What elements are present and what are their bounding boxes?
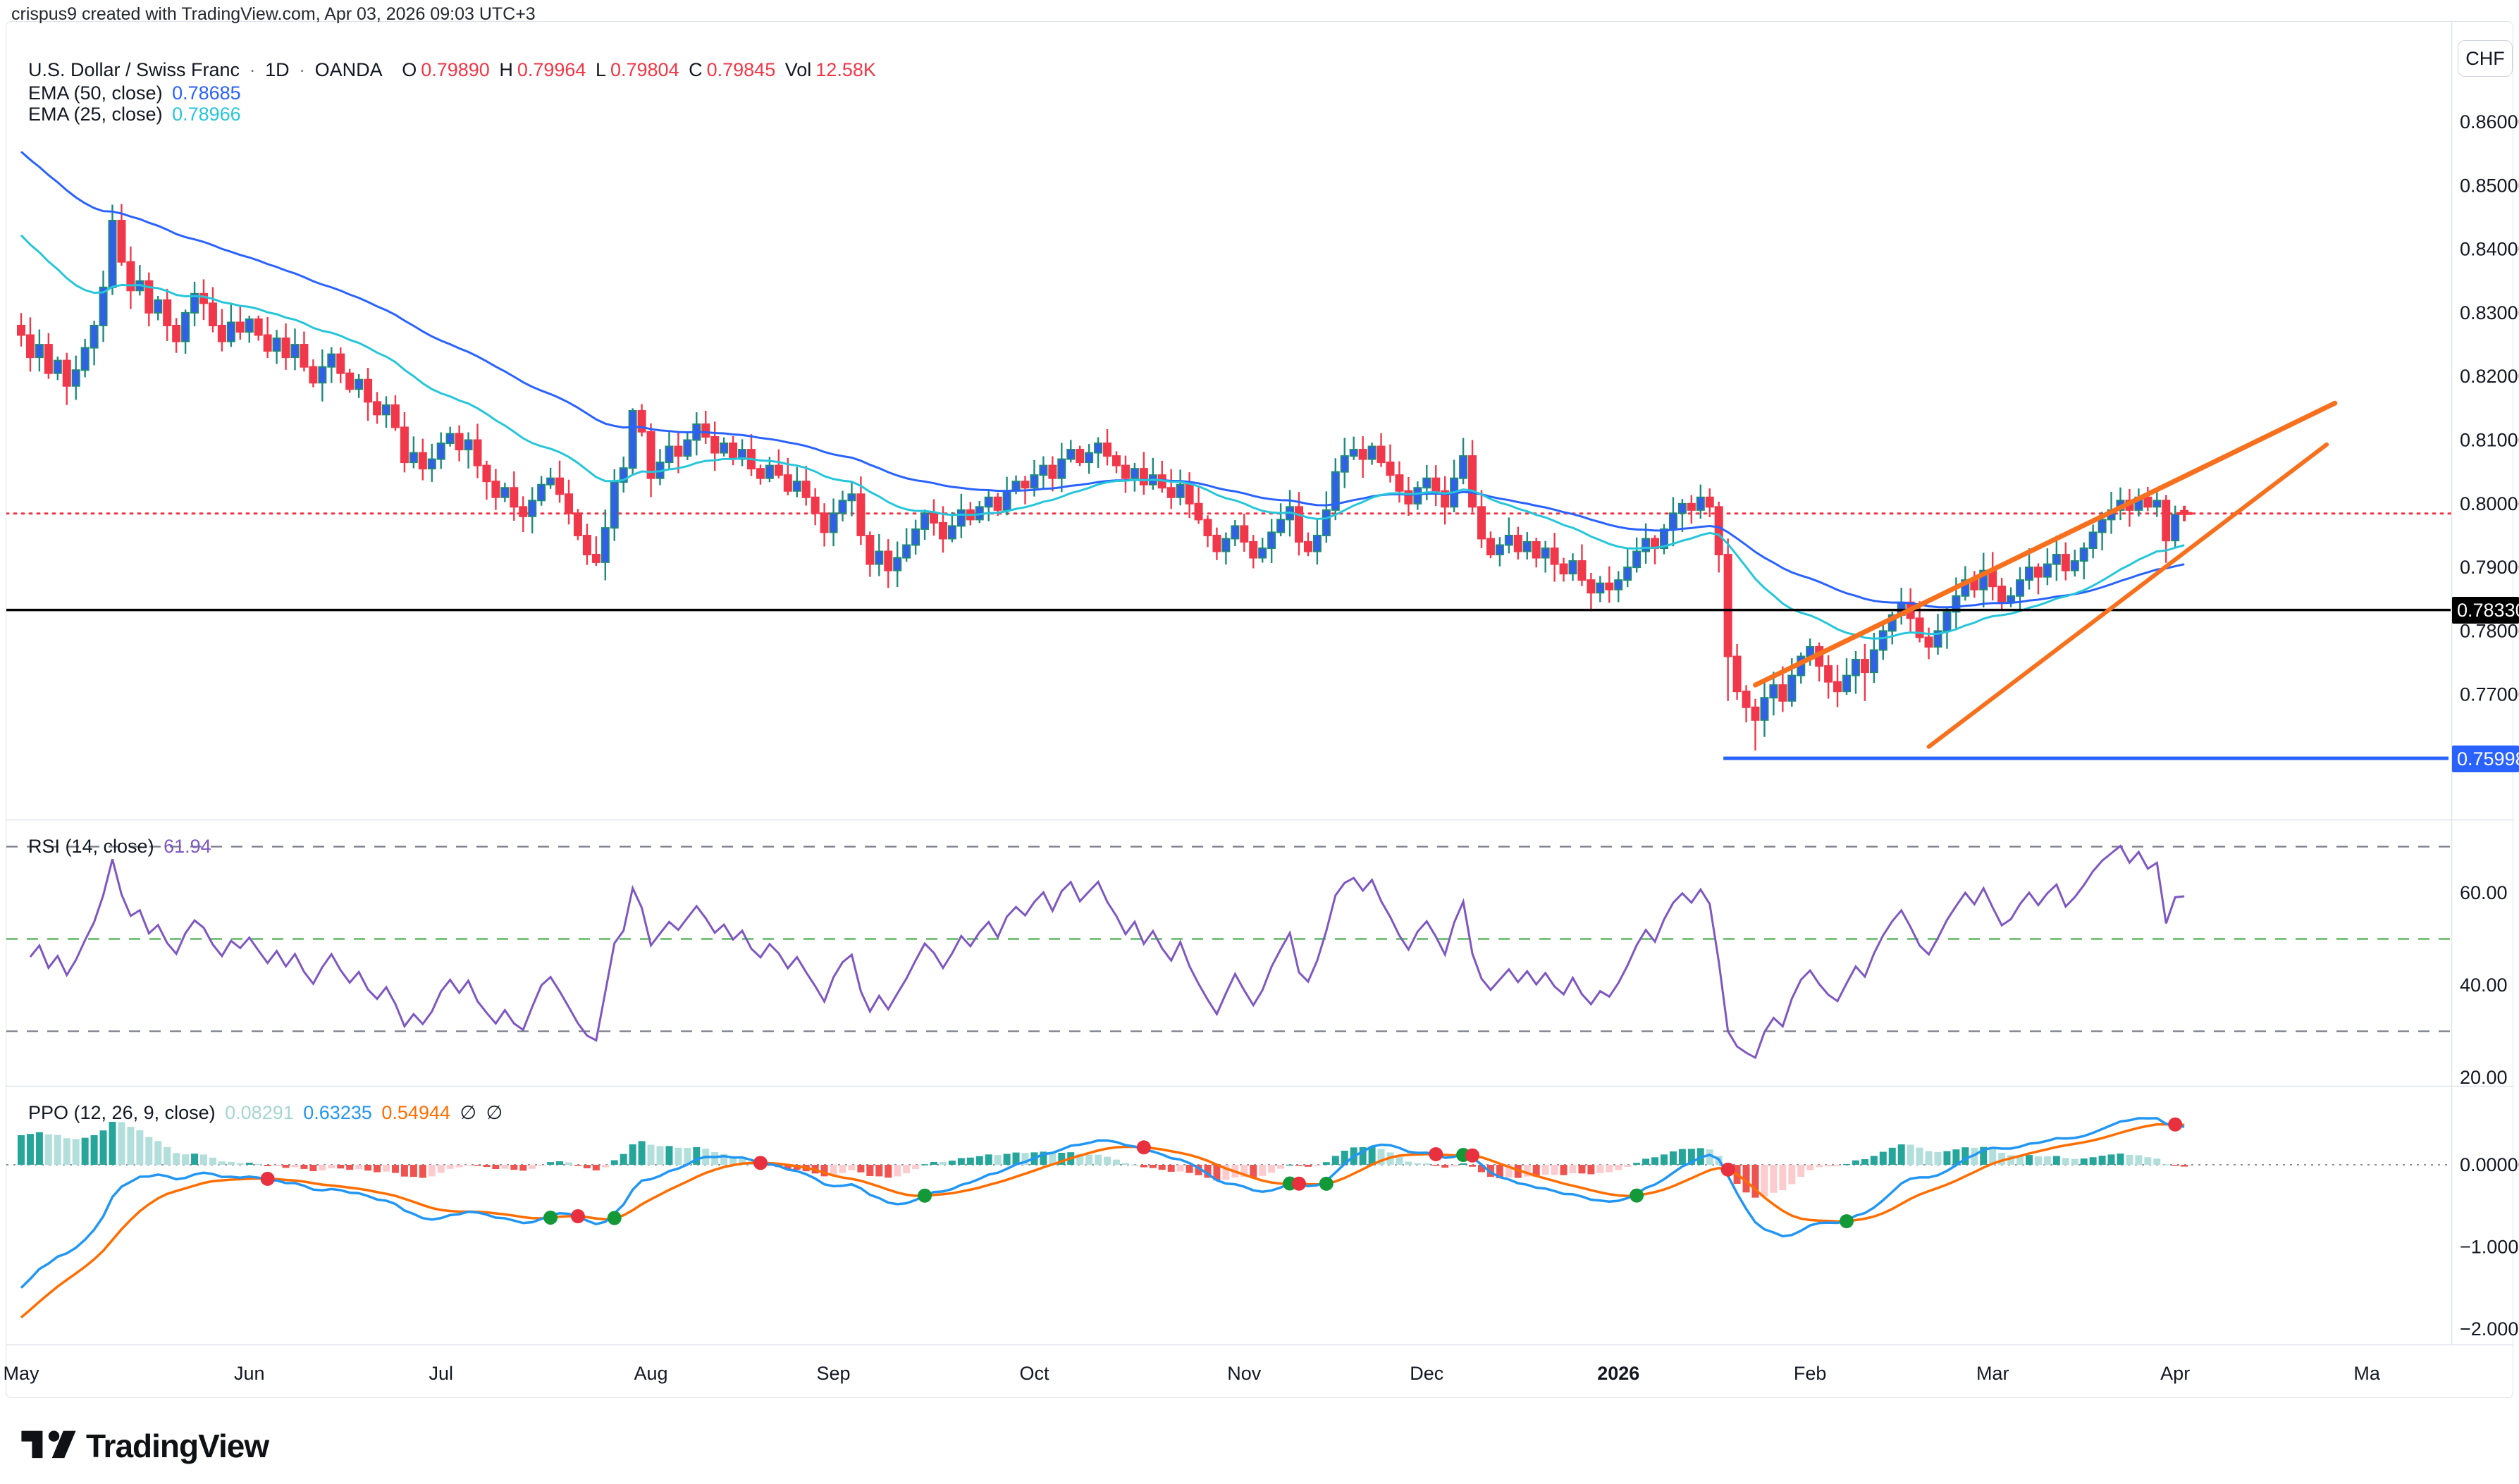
axis-tick: 0.00000 [2460,1154,2519,1175]
buy-cross-dot [1319,1177,1334,1191]
tradingview-chart-screenshot: { "attribution": "crispus9 created with … [0,0,2519,1484]
ema25-value: 0.78966 [172,104,241,125]
axis-tick: Ma [2353,1363,2380,1384]
close-value: 0.79845 [707,59,776,80]
axis-tick: Jun [234,1363,265,1384]
high-value: 0.79964 [517,59,586,80]
symbol-legend[interactable]: U.S. Dollar / Swiss Franc · 1D · OANDA O… [28,59,880,81]
high-label: H [499,59,513,80]
rsi-legend[interactable]: RSI (14, close) 61.94 [28,836,216,858]
volume-value: 12.58K [815,59,876,80]
ppo-line-value: 0.63235 [303,1102,372,1123]
axis-tick: 60.00 [2460,882,2508,903]
axis-tick: 2026 [1597,1363,1639,1384]
sell-cross-dot [261,1172,275,1186]
tradingview-logo-icon [21,1425,76,1467]
axis-tick: Oct [1019,1363,1049,1384]
axis-tick: 0.84000 [2460,239,2519,260]
sell-cross-dot [1465,1149,1479,1163]
low-label: L [596,59,606,80]
buy-cross-dot [918,1189,932,1203]
symbol-title: U.S. Dollar / Swiss Franc [28,59,240,80]
sell-cross-dot [1137,1140,1151,1154]
axis-tick: 40.00 [2460,975,2508,996]
sell-cross-dot [571,1209,585,1223]
upper-rising-wedge [1756,403,2335,685]
axis-tick: Sep [817,1363,851,1384]
open-value: 0.79890 [421,59,490,80]
legend-separator: · [250,59,256,80]
rsi-line [30,846,2184,1058]
axis-tick: 0.82000 [2460,366,2519,387]
ema50-value: 0.78685 [172,82,241,104]
sell-cross-dot [1721,1163,1735,1177]
axis-tick: Aug [634,1363,668,1384]
tradingview-logo-text: TradingView [86,1427,269,1465]
axis-tick: 0.81000 [2460,430,2519,451]
axis-tick: Dec [1410,1363,1443,1384]
ppo-histogram-value: 0.08291 [225,1102,294,1123]
rsi-label: RSI (14, close) [28,836,154,857]
ppo-signal-line [21,1124,2184,1317]
ema25-label: EMA (25, close) [28,104,163,125]
exchange-label: OANDA [315,59,383,80]
axis-tick: Nov [1227,1363,1262,1384]
buy-cross-dot [1630,1189,1644,1203]
legend-separator: · [299,59,305,80]
rsi-value: 61.94 [164,836,211,857]
ema50-label: EMA (50, close) [28,82,163,104]
axis-tick: 20.00 [2460,1067,2508,1088]
buy-cross-dot [543,1211,558,1225]
open-label: O [402,59,417,80]
axis-tick: 0.79000 [2460,557,2519,578]
tradingview-logo[interactable]: TradingView [21,1425,269,1467]
axis-tick: −2.00000 [2460,1318,2519,1340]
axis-tick: −1.00000 [2460,1237,2519,1258]
axis-tick: 0.77000 [2460,684,2519,705]
ema25-legend[interactable]: EMA (25, close) 0.78966 [28,104,245,125]
ema50-legend[interactable]: EMA (50, close) 0.78685 [28,82,245,104]
axis-tick: 0.83000 [2460,302,2519,323]
ppo-pane[interactable] [6,1118,2451,1318]
sell-cross-dot [1429,1147,1443,1161]
rsi-pane[interactable] [6,846,2451,1058]
volume-label: Vol [785,59,812,80]
ppo-legend[interactable]: PPO (12, 26, 9, close) 0.08291 0.63235 0… [28,1102,507,1124]
axis-tick: Mar [1976,1363,2009,1384]
empty-set-icon: ∅ [486,1102,503,1123]
low-value: 0.79804 [610,59,679,80]
axis-tick: Apr [2160,1363,2190,1384]
lower-rising-wedge [1929,445,2327,747]
sell-cross-dot [2168,1118,2182,1132]
empty-set-icon: ∅ [460,1102,477,1123]
axis-tick: Jul [429,1363,453,1384]
axis-tick: 0.86000 [2460,111,2519,132]
ppo-signal-value: 0.54944 [381,1102,450,1123]
currency-button[interactable]: CHF [2458,40,2513,77]
ppo-line [21,1118,2184,1288]
sell-cross-dot [753,1156,768,1170]
ppo-label: PPO (12, 26, 9, close) [28,1102,216,1123]
close-label: C [689,59,703,80]
price-pane[interactable] [6,152,2451,758]
axis-tick: 0.85000 [2460,175,2519,196]
axis-tick: Feb [1794,1363,1827,1384]
buy-cross-dot [608,1211,622,1225]
axis-tick: 0.80000 [2460,493,2519,514]
price-level-badge-blue: 0.75998 [2452,746,2519,772]
price-level-badge-black: 0.78330 [2452,597,2519,624]
axis-tick: May [3,1363,39,1384]
buy-cross-dot [1840,1214,1854,1228]
ema25-line [21,235,2184,639]
sell-cross-dot [1292,1177,1306,1191]
chart-canvas[interactable]: 0.86000 0.85000 0.84000 0.83000 0.82000 0.810… [0,0,2519,1484]
interval-label[interactable]: 1D [265,59,290,80]
